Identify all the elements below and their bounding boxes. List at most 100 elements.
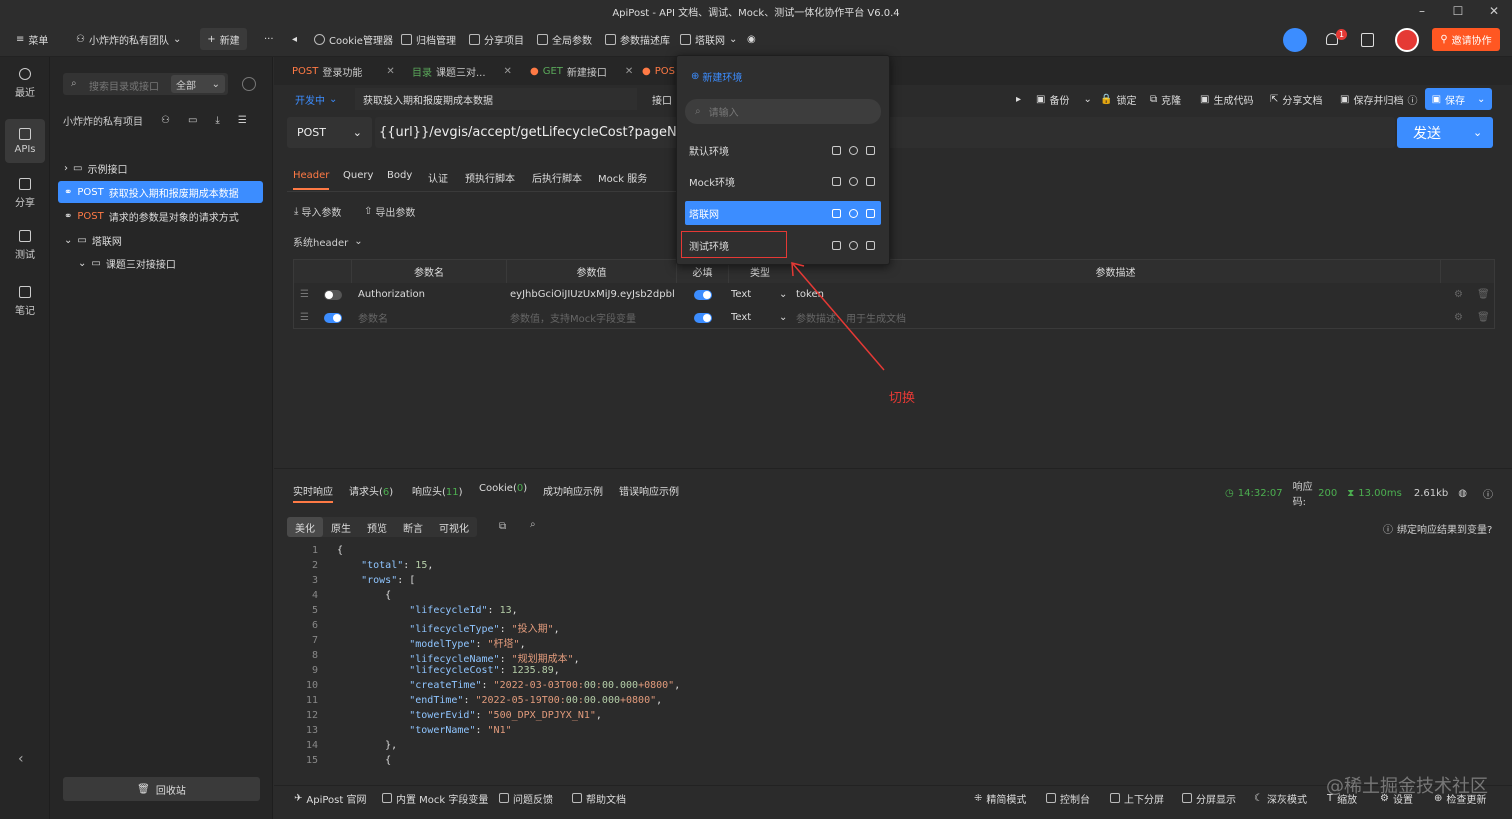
toolbar-share-project[interactable]: 分享项目 — [469, 22, 524, 57]
tab-new-api[interactable]: ● GET 新建接口 ✕ — [530, 57, 633, 85]
drag-handle-icon[interactable]: ☰ — [300, 283, 309, 306]
search-icon[interactable]: ⌕ — [530, 519, 536, 530]
param-type[interactable]: Text — [731, 306, 751, 329]
toggle[interactable] — [324, 289, 342, 300]
param-value[interactable]: eyJhbGciOiJIUzUxMiJ9.eyJsb2dpbl91 — [510, 283, 675, 306]
lock-button[interactable]: 🔒 锁定 — [1100, 88, 1136, 110]
collapse-rail-icon[interactable]: ‹ — [18, 751, 24, 767]
collapse-left-icon[interactable]: ◂ — [292, 22, 297, 57]
format-pretty[interactable]: 美化 — [287, 517, 323, 537]
tab-post[interactable]: ● POS — [642, 57, 675, 85]
toolbar-param-library[interactable]: 参数描述库 — [605, 22, 670, 57]
toolbar-global-params[interactable]: 全局参数 — [537, 22, 592, 57]
sync-icon[interactable] — [1283, 28, 1307, 52]
toggle[interactable] — [694, 289, 712, 300]
drag-handle-icon[interactable]: ☰ — [300, 306, 309, 329]
rtab-req-headers[interactable]: 请求头(6) — [349, 483, 393, 503]
trash-icon[interactable] — [866, 145, 875, 155]
chevron-down-icon[interactable]: ⌄ — [779, 306, 787, 329]
maximize-button[interactable]: ☐ — [1440, 0, 1476, 22]
run-icon[interactable]: ▸ — [1016, 88, 1021, 110]
copy-icon[interactable] — [832, 240, 841, 250]
env-item-mock[interactable]: Mock环境 — [685, 169, 881, 193]
tree-folder-talianwang[interactable]: ⌄ ▭ 塔联网 — [58, 229, 263, 251]
tab-query[interactable]: Query — [343, 170, 373, 190]
rtab-resp-headers[interactable]: 响应头(11) — [412, 483, 463, 503]
footer-split-view[interactable]: 分屏显示 — [1182, 787, 1236, 809]
tree-item-selected[interactable]: ⚭ POST 获取投入期和报废期成本数据 — [58, 181, 263, 203]
copy-icon[interactable]: ⧉ — [499, 521, 506, 532]
copy-icon[interactable] — [832, 208, 841, 218]
toggle[interactable] — [324, 312, 342, 323]
globe-icon[interactable]: ◍ — [1458, 488, 1467, 499]
send-button[interactable]: 发送 ⌄ — [1397, 117, 1493, 148]
format-visual[interactable]: 可视化 — [431, 517, 477, 537]
gen-code-button[interactable]: ▣ 生成代码 — [1200, 88, 1253, 110]
save-button[interactable]: ▣ 保存 ⌄ — [1425, 88, 1492, 110]
tab-topic3[interactable]: 目录 课题三对... ✕ — [412, 57, 512, 85]
tab-login[interactable]: POST 登录功能 ✕ — [292, 57, 395, 85]
trash-icon[interactable]: 🗑 — [1477, 283, 1490, 306]
eye-icon[interactable] — [849, 176, 858, 186]
footer-help[interactable]: 帮助文档 — [572, 787, 626, 809]
param-name[interactable]: Authorization — [358, 283, 425, 306]
eye-icon[interactable] — [849, 145, 858, 155]
tree-filter-select[interactable]: 全部 ⌄ — [171, 75, 225, 93]
close-icon[interactable]: ✕ — [386, 66, 394, 77]
system-header-toggle[interactable]: 系统header ⌄ — [293, 234, 363, 249]
import-icon[interactable]: ⤓ — [215, 115, 219, 126]
more-icon[interactable]: ··· — [264, 22, 274, 57]
tree-search[interactable]: ⌕ 搜索目录或接口 全部 ⌄ — [63, 73, 228, 95]
invite-button[interactable]: ⚲ 邀请协作 — [1432, 28, 1500, 51]
tree-item[interactable]: ⚭ POST 请求的参数是对象的请求方式 — [58, 205, 263, 227]
settings-icon[interactable]: ⚙ — [1454, 306, 1463, 329]
tree-folder-examples[interactable]: › ▭ 示例接口 — [58, 157, 263, 179]
sort-icon[interactable]: ☰ — [238, 115, 247, 126]
required-toggle[interactable] — [694, 306, 712, 329]
import-params-button[interactable]: ⤓ 导入参数 — [294, 204, 341, 219]
tab-pre-script[interactable]: 预执行脚本 — [465, 170, 515, 190]
share-doc-button[interactable]: ⇱ 分享文档 — [1270, 88, 1322, 110]
team-selector[interactable]: ⚇ 小炸炸的私有团队 ⌄ — [76, 22, 181, 57]
chevron-down-icon[interactable]: ⌄ — [779, 283, 787, 306]
avatar[interactable] — [1395, 28, 1419, 52]
tree-search-input[interactable]: 搜索目录或接口 — [89, 78, 159, 93]
tab-header[interactable]: Header — [293, 170, 330, 190]
rtab-error-example[interactable]: 错误响应示例 — [619, 483, 679, 503]
rail-share[interactable]: 分享 — [5, 171, 45, 215]
copy-icon[interactable] — [832, 176, 841, 186]
new-folder-icon[interactable]: ▭ — [188, 115, 197, 126]
env-item-default[interactable]: 默认环境 — [685, 138, 881, 162]
toggle[interactable] — [694, 312, 712, 323]
trash-icon[interactable] — [866, 240, 875, 250]
save-archive-button[interactable]: ▣ 保存并归档 ⓘ — [1340, 88, 1417, 110]
rtab-success-example[interactable]: 成功响应示例 — [543, 483, 603, 503]
param-name-input[interactable]: 参数名 — [358, 306, 388, 329]
required-toggle[interactable] — [694, 283, 712, 306]
format-raw[interactable]: 原生 — [323, 517, 359, 537]
format-preview[interactable]: 预览 — [359, 517, 395, 537]
info-icon[interactable]: ⓘ — [1483, 486, 1493, 501]
response-code-view[interactable]: 1 {2 "total": 15, 3 "rows": [4 {5 "lifecyc… — [283, 543, 1495, 767]
footer-console[interactable]: 控制台 — [1046, 787, 1090, 809]
recycle-bin-button[interactable]: 🗑 回收站 — [63, 777, 260, 801]
rail-recent[interactable]: 最近 — [5, 61, 45, 105]
trash-icon[interactable] — [866, 208, 875, 218]
row-enable-toggle[interactable] — [324, 306, 342, 329]
clone-button[interactable]: ⧉ 克隆 — [1150, 88, 1181, 110]
footer-dark-mode[interactable]: ☾ 深灰模式 — [1254, 787, 1307, 809]
env-selector[interactable]: 塔联网 ⌄ — [680, 22, 737, 57]
request-name-input[interactable]: 获取投入期和报废期成本数据 — [355, 88, 637, 110]
rail-test[interactable]: 测试 — [5, 223, 45, 267]
status-select[interactable]: 开发中 ⌄ — [295, 88, 337, 110]
tree-folder-topic3[interactable]: ⌄ ▭ 课题三对接接口 — [58, 252, 263, 274]
copy-icon[interactable] — [832, 145, 841, 155]
footer-feedback[interactable]: 问题反馈 — [499, 787, 553, 809]
env-search-input[interactable]: ⌕ 请输入 — [685, 99, 881, 124]
trash-icon[interactable] — [866, 176, 875, 186]
eye-icon[interactable] — [849, 208, 858, 218]
trash-icon[interactable]: 🗑 — [1477, 306, 1490, 329]
locate-icon[interactable] — [242, 77, 256, 91]
rtab-cookie[interactable]: Cookie(0) — [479, 483, 527, 503]
settings-icon[interactable]: ⚙ — [1454, 283, 1463, 306]
